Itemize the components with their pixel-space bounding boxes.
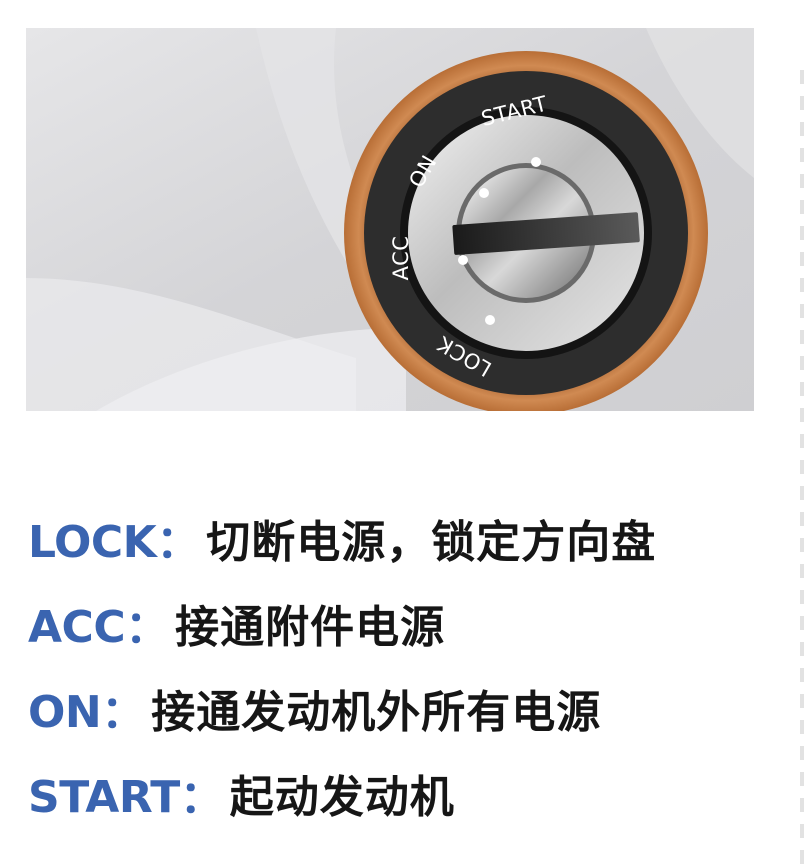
description-row-start: START ： 起动发动机 — [28, 755, 798, 840]
label-acc: ACC — [389, 236, 413, 281]
ignition-switch-icon: START ON ACC LOCK — [26, 28, 754, 411]
description-text: 接通附件电源 — [175, 601, 446, 653]
description-colon: ： — [156, 516, 201, 568]
description-key: ACC — [28, 601, 126, 653]
description-key: LOCK — [28, 516, 157, 568]
description-text: 起动发动机 — [229, 771, 455, 823]
description-row-lock: LOCK ： 切断电源，锁定方向盘 — [28, 500, 798, 585]
position-descriptions: LOCK ： 切断电源，锁定方向盘 ACC ： 接通附件电源 ON ： 接通发动… — [28, 500, 798, 840]
description-row-on: ON ： 接通发动机外所有电源 — [28, 670, 798, 755]
description-colon: ： — [179, 771, 224, 823]
page: START ON ACC LOCK LOCK ： 切断电源，锁定方向盘 ACC — [0, 0, 804, 868]
description-row-acc: ACC ： 接通附件电源 — [28, 585, 798, 670]
right-edge-border — [800, 70, 804, 868]
description-key: START — [28, 771, 180, 823]
description-colon: ： — [101, 686, 146, 738]
description-key: ON — [28, 686, 102, 738]
description-colon: ： — [125, 601, 170, 653]
ignition-switch-illustration: START ON ACC LOCK — [26, 28, 754, 411]
description-text: 切断电源，锁定方向盘 — [206, 516, 657, 568]
description-text: 接通发动机外所有电源 — [151, 686, 602, 738]
